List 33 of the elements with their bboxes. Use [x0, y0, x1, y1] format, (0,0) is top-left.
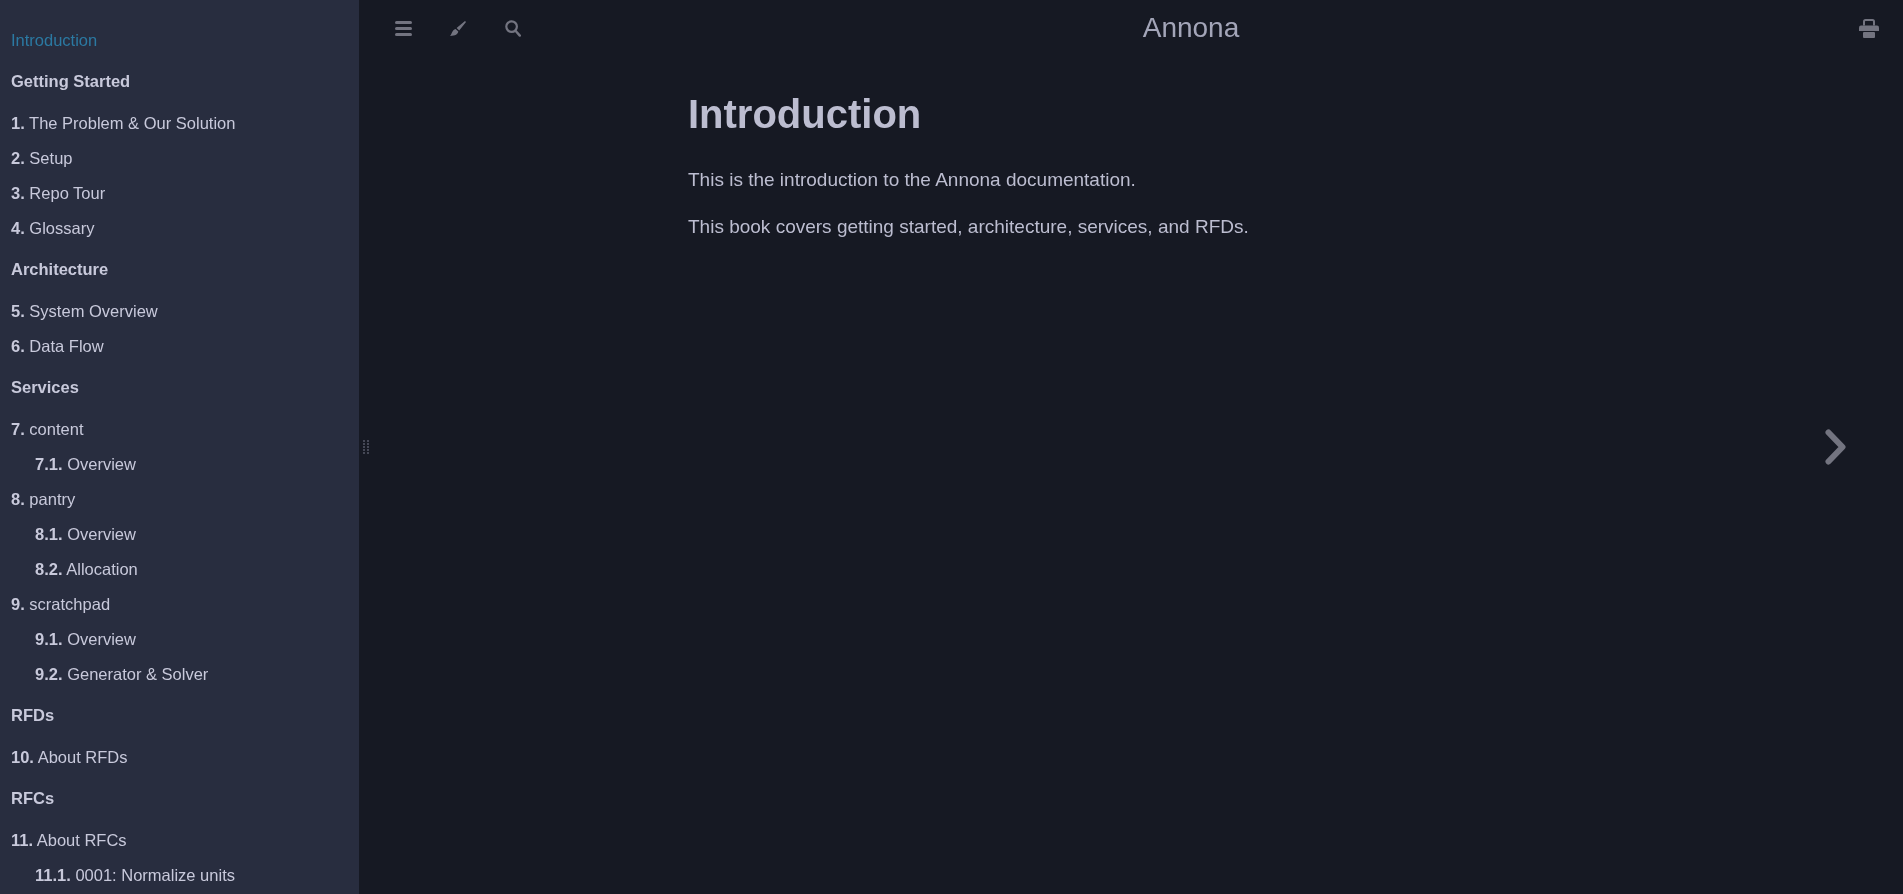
chapter-link[interactable]: 4. Glossary: [11, 217, 95, 239]
printer-icon: [1859, 18, 1879, 38]
grip-icon[interactable]: [363, 439, 369, 455]
chapter-link[interactable]: 11. About RFCs: [11, 829, 127, 851]
book-title: Annona: [1142, 11, 1240, 45]
part-title: Getting Started: [11, 71, 131, 92]
chapter-link[interactable]: 8.1. Overview: [35, 523, 136, 545]
chapter-link[interactable]: 9. scratchpad: [11, 593, 111, 615]
chapter-link[interactable]: 7.1. Overview: [35, 453, 136, 475]
chapter-link[interactable]: 9.1. Overview: [35, 628, 136, 650]
page-heading: Introduction: [688, 91, 922, 138]
next-page-link[interactable]: [1824, 429, 1846, 465]
chapter-link[interactable]: 8. pantry: [11, 488, 76, 510]
part-title: Services: [11, 377, 79, 398]
part-title: Architecture: [11, 259, 109, 280]
chapter-link[interactable]: 9.2. Generator & Solver: [35, 663, 209, 685]
chapter-link[interactable]: 1. The Problem & Our Solution: [11, 112, 236, 134]
chapter-link[interactable]: 8.2. Allocation: [35, 558, 138, 580]
part-title: RFCs: [11, 788, 55, 809]
menu-icon: [394, 20, 412, 36]
chapter-link[interactable]: 7. content: [11, 418, 84, 440]
chapter-link[interactable]: 5. System Overview: [11, 300, 158, 322]
paintbrush-icon: [450, 20, 466, 36]
chapter-link[interactable]: 11.1. 0001: Normalize units: [35, 864, 235, 886]
chapter-link[interactable]: 2. Setup: [11, 147, 73, 169]
body-paragraph: This book covers getting started, architecture, services, and RFDs.: [688, 215, 1249, 239]
body-paragraph: This is the introduction to the Annona documentation.: [688, 168, 1136, 192]
chapter-link[interactable]: 10. About RFDs: [11, 746, 128, 768]
chapter-link[interactable]: 3. Repo Tour: [11, 182, 106, 204]
part-title: RFDs: [11, 705, 55, 726]
chapter-link[interactable]: 6. Data Flow: [11, 335, 104, 357]
search-icon: [505, 19, 521, 37]
chevron-right-icon: [1824, 429, 1846, 465]
